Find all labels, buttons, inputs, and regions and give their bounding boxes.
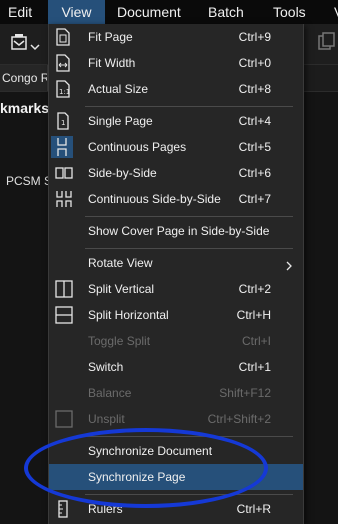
split-vertical-icon [55, 280, 73, 298]
menu-item-synchronize-page[interactable]: Synchronize Page [49, 464, 303, 490]
menu-separator [85, 106, 293, 107]
menu-item-balance[interactable]: Balance Shift+F12 [49, 380, 303, 406]
menu-item-split-vertical[interactable]: Split Vertical Ctrl+2 [49, 276, 303, 302]
menu-item-rulers[interactable]: Rulers Ctrl+R [49, 496, 303, 522]
fit-page-icon [55, 28, 71, 46]
chevron-right-icon [285, 258, 293, 271]
menu-edit[interactable]: Edit [0, 0, 40, 24]
split-horizontal-icon [55, 306, 73, 324]
menu-tools[interactable]: Tools [265, 0, 314, 24]
menu-item-actual-size[interactable]: 1:1 Actual Size Ctrl+8 [49, 76, 303, 102]
menu-bar: Edit View Document Batch Tools V [0, 0, 338, 24]
menu-item-side-by-side[interactable]: Side-by-Side Ctrl+6 [49, 160, 303, 186]
side-by-side-icon [55, 164, 73, 182]
menu-separator [85, 248, 293, 249]
single-page-icon: 1 [55, 112, 71, 130]
copy-icon[interactable] [318, 32, 336, 57]
bookmarks-panel-title: kmarks [0, 100, 50, 116]
menu-document[interactable]: Document [109, 0, 189, 24]
unsplit-icon [55, 410, 73, 428]
continuous-pages-icon [51, 136, 73, 158]
menu-item-continuous-pages[interactable]: Continuous Pages Ctrl+5 [49, 134, 303, 160]
menu-item-continuous-side-by-side[interactable]: Continuous Side-by-Side Ctrl+7 [49, 186, 303, 212]
menu-separator [85, 216, 293, 217]
menu-separator [85, 436, 293, 437]
menu-item-toggle-split[interactable]: Toggle Split Ctrl+I [49, 328, 303, 354]
menu-item-synchronize-document[interactable]: Synchronize Document [49, 438, 303, 464]
stamp-icon[interactable] [10, 32, 30, 57]
continuous-side-by-side-icon [55, 190, 72, 208]
menu-item-switch[interactable]: Switch Ctrl+1 [49, 354, 303, 380]
menu-item-single-page[interactable]: 1 Single Page Ctrl+4 [49, 108, 303, 134]
menu-item-rotate-view[interactable]: Rotate View [49, 250, 303, 276]
bookmark-item[interactable]: PCSM S [6, 174, 52, 188]
svg-text:1: 1 [61, 119, 65, 127]
menu-separator [85, 494, 293, 495]
menu-view[interactable]: View [48, 0, 105, 24]
menu-item-unsplit[interactable]: Unsplit Ctrl+Shift+2 [49, 406, 303, 432]
view-menu-dropdown: Fit Page Ctrl+9 Fit Width Ctrl+0 1:1 Act… [48, 24, 304, 524]
rulers-icon [55, 500, 71, 518]
menu-item-show-cover-page[interactable]: Show Cover Page in Side-by-Side [49, 218, 303, 244]
menu-batch[interactable]: Batch [200, 0, 252, 24]
menu-item-fit-width[interactable]: Fit Width Ctrl+0 [49, 50, 303, 76]
document-tab[interactable]: Congo Re [0, 65, 48, 91]
chevron-down-icon[interactable] [30, 38, 40, 56]
svg-text:1:1: 1:1 [59, 88, 70, 96]
fit-width-icon [55, 54, 71, 72]
menu-more[interactable]: V [326, 0, 338, 24]
menu-item-split-horizontal[interactable]: Split Horizontal Ctrl+H [49, 302, 303, 328]
actual-size-icon: 1:1 [55, 80, 71, 98]
menu-item-fit-page[interactable]: Fit Page Ctrl+9 [49, 24, 303, 50]
